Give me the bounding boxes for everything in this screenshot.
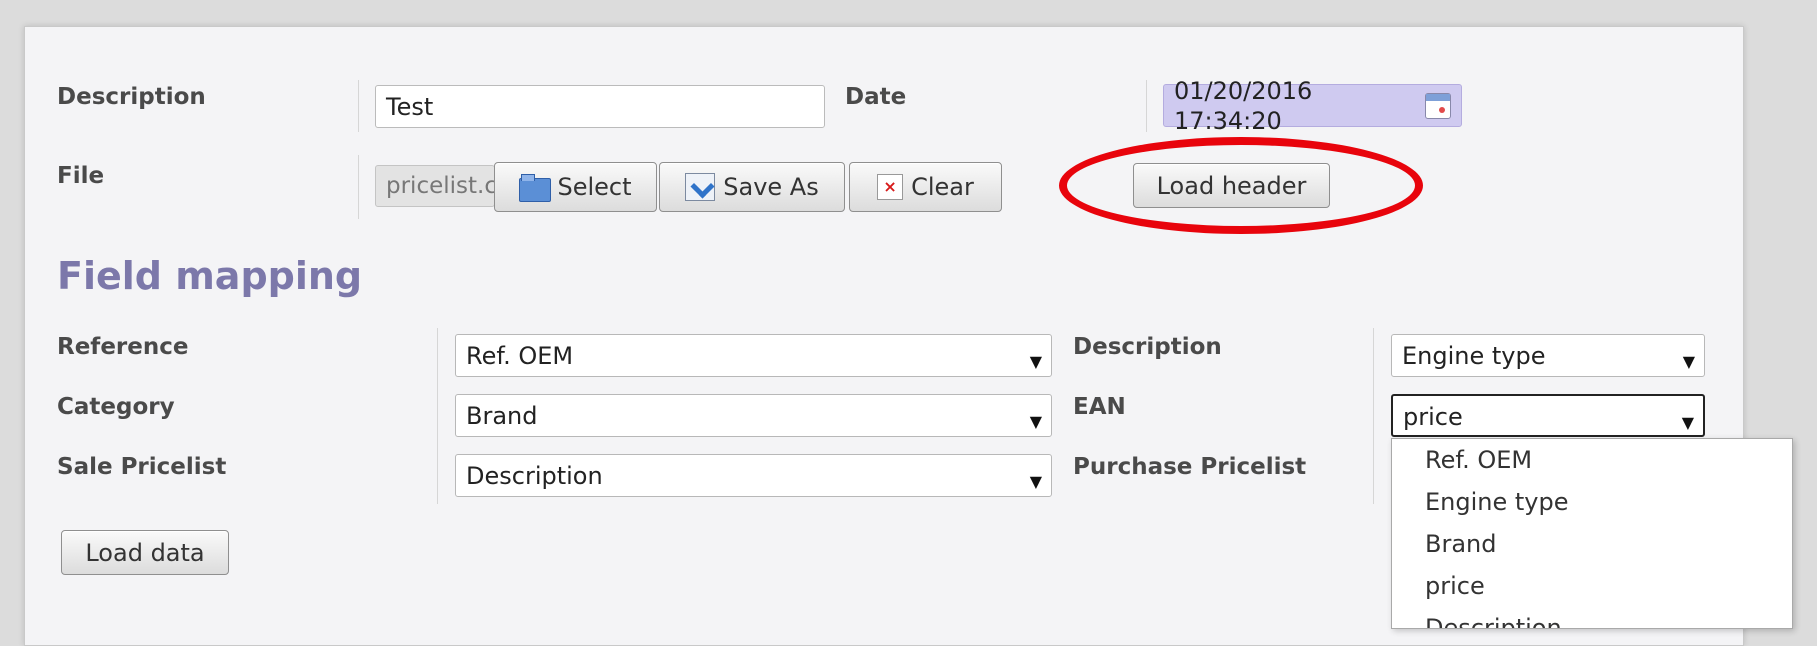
reference-select[interactable]: Ref. OEM ▼ (455, 334, 1052, 377)
select-button-label: Select (557, 173, 632, 201)
select-button[interactable]: Select (494, 162, 657, 212)
divider (358, 155, 359, 219)
divider (358, 80, 359, 132)
highlight-annotation (1059, 137, 1423, 234)
save-as-icon (685, 173, 716, 201)
reference-label: Reference (57, 334, 189, 360)
dropdown-option[interactable]: Description (1392, 607, 1792, 628)
sale-pricelist-select[interactable]: Description ▼ (455, 454, 1052, 497)
divider (1146, 80, 1147, 132)
dropdown-arrow-icon: ▼ (1029, 352, 1042, 371)
field-mapping-heading: Field mapping (57, 254, 363, 298)
dropdown-option[interactable]: price (1392, 565, 1792, 607)
dropdown-option[interactable]: Ref. OEM (1392, 439, 1792, 481)
calendar-icon[interactable] (1424, 92, 1451, 119)
clear-button[interactable]: × Clear (849, 162, 1002, 212)
description-label: Description (57, 84, 206, 110)
divider (1373, 328, 1374, 504)
category-select[interactable]: Brand ▼ (455, 394, 1052, 437)
file-label: File (57, 163, 105, 189)
clear-icon: × (877, 174, 904, 200)
ean-select[interactable]: price ▼ (1391, 394, 1705, 437)
category-select-value: Brand (466, 402, 538, 430)
ean-label: EAN (1073, 394, 1126, 420)
date-value: 01/20/2016 17:34:20 (1174, 76, 1313, 135)
reference-select-value: Ref. OEM (466, 342, 574, 370)
ean-select-value: price (1403, 403, 1463, 431)
purchase-pricelist-label: Purchase Pricelist (1073, 454, 1307, 480)
sale-pricelist-select-value: Description (466, 462, 603, 490)
dropdown-arrow-icon: ▼ (1029, 412, 1042, 431)
dropdown-arrow-icon: ▼ (1681, 413, 1694, 432)
sale-pricelist-label: Sale Pricelist (57, 454, 227, 480)
dropdown-arrow-icon: ▼ (1029, 472, 1042, 491)
date-field[interactable]: 01/20/2016 17:34:20 (1163, 77, 1462, 135)
clear-button-label: Clear (911, 173, 974, 201)
load-data-button[interactable]: Load data (61, 530, 229, 575)
description-mapping-select-value: Engine type (1402, 342, 1546, 370)
dropdown-option[interactable]: Engine type (1392, 481, 1792, 523)
ean-dropdown-list[interactable]: Ref. OEM Engine type Brand price Descrip… (1391, 438, 1793, 629)
file-name-field: pricelist.c (375, 165, 495, 207)
folder-icon (519, 174, 552, 202)
description-mapping-label: Description (1073, 334, 1222, 360)
description-mapping-select[interactable]: Engine type ▼ (1391, 334, 1705, 377)
dropdown-arrow-icon: ▼ (1682, 352, 1695, 371)
description-input[interactable]: Test (375, 85, 825, 128)
dropdown-option[interactable]: Brand (1392, 523, 1792, 565)
save-as-button[interactable]: Save As (659, 162, 845, 212)
save-as-button-label: Save As (723, 173, 819, 201)
date-label: Date (845, 84, 907, 110)
category-label: Category (57, 394, 175, 420)
divider (437, 328, 438, 504)
